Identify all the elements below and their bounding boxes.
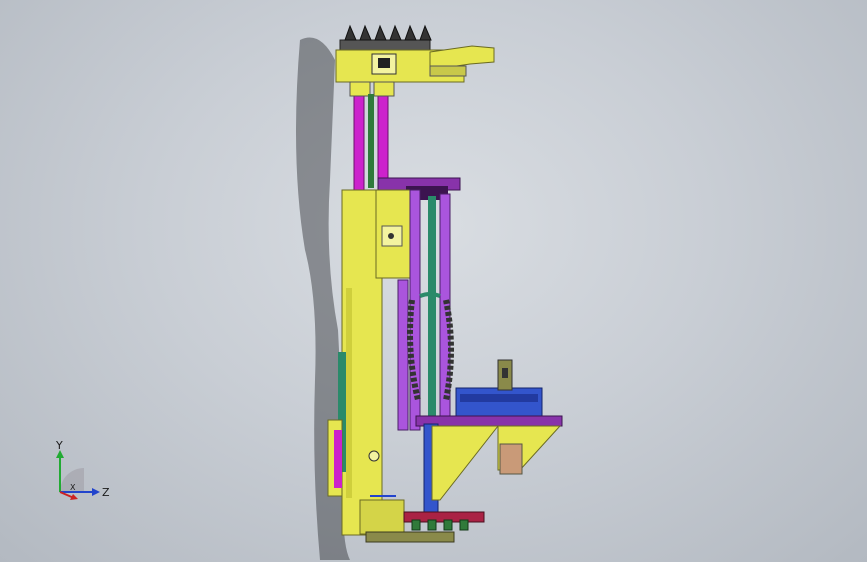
axis-triad[interactable]: Y Z X [40, 440, 120, 510]
z-axis-label: Z [102, 486, 110, 499]
z-axis-arrow-icon [92, 488, 100, 496]
graphics-viewport[interactable]: Y Z X [0, 0, 867, 562]
left-side-blocks [327, 419, 343, 497]
cad-model[interactable] [0, 0, 867, 562]
gripper-teeth [344, 24, 432, 41]
guide-rods [349, 81, 395, 193]
top-gripper-assembly [335, 24, 495, 83]
x-axis-label: X [70, 483, 76, 492]
y-axis-label: Y [55, 440, 63, 452]
